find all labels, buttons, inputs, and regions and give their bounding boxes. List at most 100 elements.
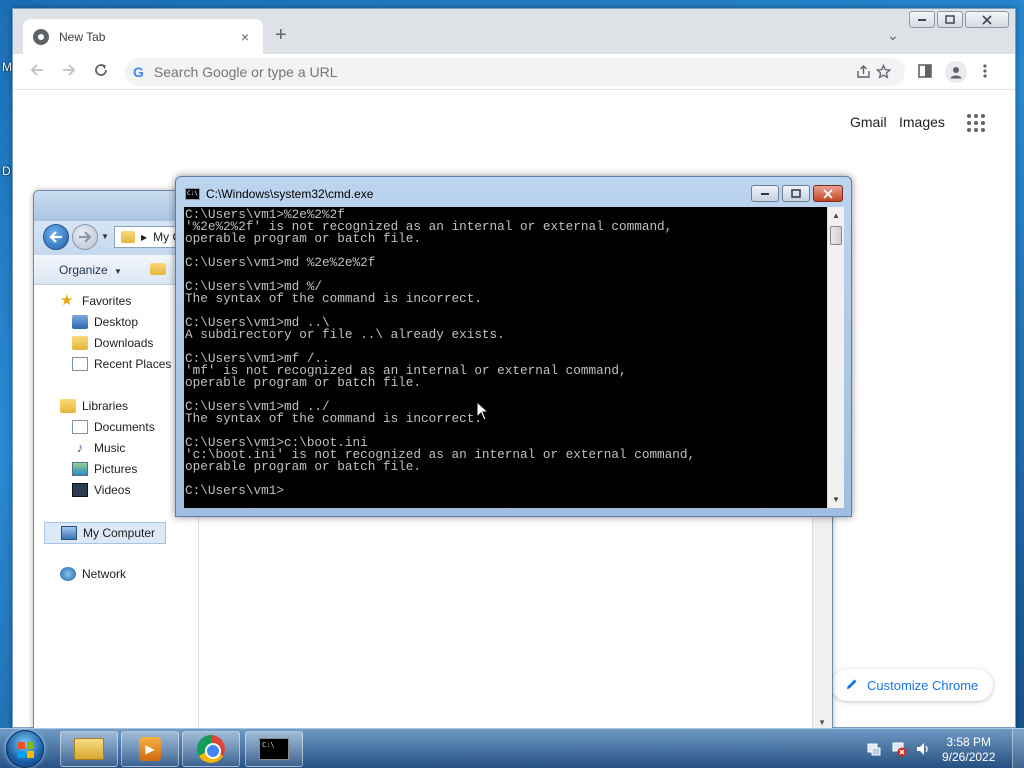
- libraries-icon: [60, 399, 76, 413]
- forward-arrow-icon[interactable]: [61, 62, 77, 83]
- toolbar-folder-icon[interactable]: [150, 263, 166, 275]
- network-icon: [60, 567, 76, 581]
- nav-pictures[interactable]: Pictures: [72, 462, 137, 476]
- google-g-icon: G: [133, 64, 144, 80]
- scroll-down-arrow-icon[interactable]: ▼: [818, 718, 826, 727]
- volume-icon[interactable]: [915, 741, 931, 757]
- desktop-icon: [72, 315, 88, 329]
- taskbar-explorer-button[interactable]: [60, 731, 118, 767]
- taskbar-chrome-button[interactable]: [182, 731, 240, 767]
- gmail-link[interactable]: Gmail: [850, 114, 887, 130]
- scroll-thumb[interactable]: [830, 226, 842, 245]
- tab-close-icon[interactable]: ×: [237, 29, 253, 45]
- side-panel-icon[interactable]: [918, 64, 932, 82]
- maximize-button[interactable]: [937, 11, 963, 28]
- customize-chrome-label: Customize Chrome: [867, 677, 979, 693]
- close-icon: [823, 188, 833, 199]
- maximize-icon: [945, 15, 955, 24]
- close-icon: [982, 14, 992, 25]
- back-arrow-icon[interactable]: [29, 62, 45, 83]
- nav-videos-label: Videos: [94, 483, 131, 497]
- cmd-window-title: C:\Windows\system32\cmd.exe: [206, 187, 374, 201]
- breadcrumb-arrow-icon[interactable]: ▶: [141, 233, 147, 242]
- cmd-window-controls: [751, 185, 843, 202]
- nav-desktop[interactable]: Desktop: [72, 315, 138, 329]
- nav-favorites[interactable]: ★ Favorites: [60, 292, 132, 309]
- downloads-folder-icon: [72, 336, 88, 350]
- scroll-down-arrow-icon[interactable]: ▼: [832, 495, 840, 504]
- omnibox-input[interactable]: [153, 64, 905, 80]
- customize-chrome-button[interactable]: Customize Chrome: [831, 669, 993, 701]
- console-line: The syntax of the command is incorrect.: [185, 411, 482, 426]
- organize-button[interactable]: Organize ▼: [59, 263, 122, 277]
- console-line: A subdirectory or file ..\ already exist…: [185, 327, 505, 342]
- nav-recent-places[interactable]: Recent Places: [72, 357, 171, 371]
- chrome-menu-icon[interactable]: [983, 64, 987, 82]
- pictures-icon: [72, 462, 88, 476]
- clock-time: 3:58 PM: [946, 735, 992, 749]
- profile-avatar-icon[interactable]: [945, 61, 967, 83]
- start-button[interactable]: [6, 730, 44, 768]
- recent-pages-dropdown-icon[interactable]: ▼: [101, 232, 109, 241]
- cmd-maximize-button[interactable]: [782, 185, 810, 202]
- cmd-scrollbar[interactable]: ▲ ▼: [827, 207, 844, 508]
- cmd-icon: C:\: [259, 738, 289, 760]
- console-line: C:\Users\vm1>md %2e%2e%2f: [185, 255, 376, 270]
- new-tab-button[interactable]: +: [275, 25, 287, 45]
- show-desktop-button[interactable]: [1012, 729, 1024, 768]
- console-line: operable program or batch file.: [185, 375, 422, 390]
- omnibox[interactable]: G: [125, 58, 905, 86]
- desktop-icon-label-d[interactable]: D: [2, 164, 11, 178]
- organize-dropdown-icon: ▼: [114, 267, 122, 276]
- cmd-window: C:\ C:\Windows\system32\cmd.exe C:\Users…: [175, 176, 852, 517]
- nav-music[interactable]: ♪ Music: [72, 440, 126, 456]
- share-icon[interactable]: [856, 64, 871, 82]
- nav-favorites-label: Favorites: [82, 294, 132, 308]
- minimize-icon: [761, 192, 769, 195]
- desktop-icon-label-m[interactable]: M: [2, 60, 12, 74]
- star-icon: ★: [60, 292, 74, 309]
- nav-desktop-label: Desktop: [94, 315, 139, 329]
- cmd-close-button[interactable]: [813, 185, 843, 202]
- nav-network[interactable]: Network: [60, 567, 126, 581]
- close-button[interactable]: [965, 11, 1009, 28]
- minimize-button[interactable]: [909, 11, 935, 28]
- mouse-pointer-icon: [476, 401, 489, 421]
- pencil-icon: [845, 677, 859, 694]
- bookmark-star-icon[interactable]: [875, 63, 892, 82]
- taskbar-media-player-button[interactable]: ▶: [121, 731, 179, 767]
- taskbar-clock[interactable]: 3:58 PM 9/26/2022: [942, 735, 995, 765]
- explorer-back-icon[interactable]: [43, 224, 69, 250]
- taskbar-cmd-button[interactable]: C:\: [245, 731, 303, 767]
- console-line: C:\Users\vm1>: [185, 483, 284, 498]
- cmd-console-output[interactable]: C:\Users\vm1>%2e%2%2f '%2e%2%2f' is not r…: [184, 207, 827, 508]
- nav-documents[interactable]: Documents: [72, 420, 155, 434]
- cmd-app-icon: C:\: [185, 188, 200, 200]
- nav-pictures-label: Pictures: [94, 462, 138, 476]
- taskbar: ▶ C:\ 3:58 PM 9/26/2022: [0, 728, 1024, 768]
- nav-my-computer-label: My Computer: [83, 526, 156, 540]
- reload-icon[interactable]: [93, 62, 109, 83]
- nav-videos[interactable]: Videos: [72, 483, 130, 497]
- images-link[interactable]: Images: [899, 114, 945, 130]
- nav-my-computer[interactable]: My Computer: [44, 522, 167, 544]
- organize-label: Organize: [59, 263, 108, 277]
- clock-date: 9/26/2022: [942, 750, 996, 764]
- network-disconnected-icon[interactable]: [891, 741, 907, 757]
- action-center-icon[interactable]: [866, 741, 882, 757]
- minimize-icon: [918, 18, 926, 21]
- music-icon: ♪: [76, 440, 84, 455]
- tab-search-icon[interactable]: ⌄: [887, 27, 899, 44]
- recent-places-icon: [72, 357, 88, 371]
- chrome-window-controls: [909, 11, 1009, 28]
- nav-network-label: Network: [82, 567, 127, 581]
- nav-libraries[interactable]: Libraries: [60, 399, 128, 413]
- nav-downloads[interactable]: Downloads: [72, 336, 153, 350]
- windows-logo-icon: [18, 742, 34, 758]
- tab-new-tab[interactable]: New Tab ×: [23, 19, 263, 54]
- maximize-icon: [791, 189, 801, 198]
- scroll-up-arrow-icon[interactable]: ▲: [832, 211, 840, 220]
- google-apps-icon[interactable]: [967, 114, 985, 132]
- explorer-forward-icon[interactable]: [72, 224, 98, 250]
- cmd-minimize-button[interactable]: [751, 185, 779, 202]
